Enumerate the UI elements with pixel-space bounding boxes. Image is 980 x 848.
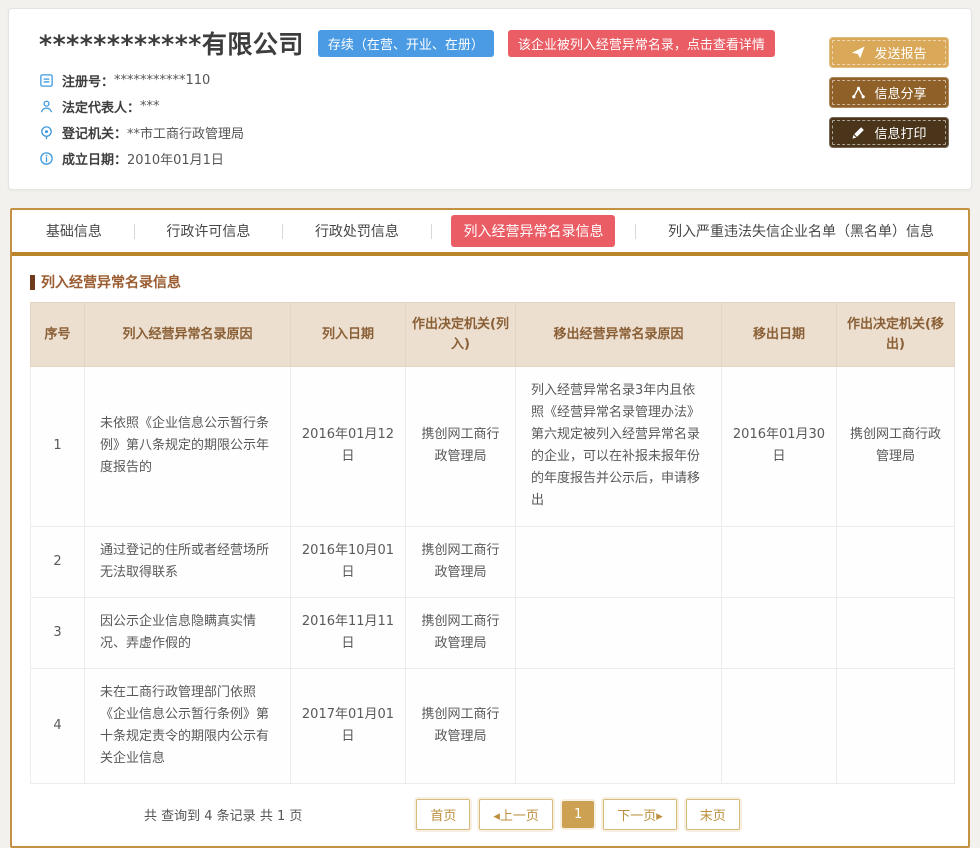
column-header: 列入经营异常名录原因 (85, 303, 291, 367)
cell-enter-reason: 未依照《企业信息公示暂行条例》第八条规定的期限公示年度报告的 (85, 367, 291, 527)
share-nodes-icon (851, 85, 866, 100)
cell-remove-authority (837, 526, 955, 597)
status-badge: 存续（在营、开业、在册） (318, 30, 494, 57)
action-label: 信息打印 (874, 123, 926, 142)
cell-enter-reason: 因公示企业信息隐瞒真实情况、弄虚作假的 (85, 597, 291, 668)
section-title-text: 列入经营异常名录信息 (41, 272, 181, 292)
table-row: 2 通过登记的住所或者经营场所无法取得联系 2016年10月01日 携创网工商行… (31, 526, 955, 597)
cell-enter-date: 2016年11月11日 (291, 597, 406, 668)
tab-content: 列入经营异常名录信息 序号 列入经营异常名录原因 列入日期 作出决定机关(列入)… (12, 256, 968, 846)
cell-remove-date (722, 526, 837, 597)
section-title: 列入经营异常名录信息 (30, 272, 950, 292)
info-label: 注册号： (62, 71, 114, 90)
location-icon (39, 125, 54, 140)
section-title-bar (30, 275, 35, 290)
cell-enter-date: 2016年01月12日 (291, 367, 406, 527)
detail-panel: 基础信息 行政许可信息 行政处罚信息 列入经营异常名录信息 列入严重违法失信企业… (10, 208, 970, 848)
print-info-button[interactable]: 信息打印 (829, 117, 949, 148)
pagination-bar: 共 查询到 4 条记录 共 1 页 首页 ◂上一页 1 下一页▸ 末页 (30, 799, 950, 834)
tab-blacklist[interactable]: 列入严重违法失信企业名单（黑名单）信息 (656, 215, 946, 247)
cell-enter-authority: 携创网工商行政管理局 (406, 668, 516, 783)
cell-seq: 2 (31, 526, 85, 597)
cell-seq: 3 (31, 597, 85, 668)
pencil-icon (851, 125, 866, 140)
company-name: ************有限公司 (39, 25, 304, 61)
tab-basic-info[interactable]: 基础信息 (34, 215, 114, 247)
tab-admin-penalty[interactable]: 行政处罚信息 (303, 215, 411, 247)
cell-enter-reason: 未在工商行政管理部门依照《企业信息公示暂行条例》第十条规定责令的期限内公示有关企… (85, 668, 291, 783)
abnormal-list-table: 序号 列入经营异常名录原因 列入日期 作出决定机关(列入) 移出经营异常名录原因… (30, 302, 955, 784)
record-count-summary: 共 查询到 4 条记录 共 1 页 (30, 805, 416, 824)
tab-bar: 基础信息 行政许可信息 行政处罚信息 列入经营异常名录信息 列入严重违法失信企业… (12, 210, 968, 256)
cell-remove-authority: 携创网工商行政管理局 (837, 367, 955, 527)
certificate-icon (39, 73, 54, 88)
action-button-column: 发送报告 信息分享 信息打印 (829, 25, 949, 175)
table-header-row: 序号 列入经营异常名录原因 列入日期 作出决定机关(列入) 移出经营异常名录原因… (31, 303, 955, 367)
tab-divider (431, 224, 432, 239)
column-header: 作出决定机关(列入) (406, 303, 516, 367)
table-row: 4 未在工商行政管理部门依照《企业信息公示暂行条例》第十条规定责令的期限内公示有… (31, 668, 955, 783)
cell-seq: 1 (31, 367, 85, 527)
tab-abnormal-list[interactable]: 列入经营异常名录信息 (451, 215, 615, 247)
tab-divider (282, 224, 283, 239)
send-report-button[interactable]: 发送报告 (829, 37, 949, 68)
last-page-button[interactable]: 末页 (686, 799, 740, 830)
cell-seq: 4 (31, 668, 85, 783)
column-header: 列入日期 (291, 303, 406, 367)
info-label: 登记机关： (62, 123, 127, 142)
cell-remove-reason (516, 668, 722, 783)
info-value: **市工商行政管理局 (127, 123, 244, 142)
tab-admin-license[interactable]: 行政许可信息 (154, 215, 262, 247)
registration-authority-row: 登记机关： **市工商行政管理局 (39, 123, 829, 142)
share-info-button[interactable]: 信息分享 (829, 77, 949, 108)
cell-enter-date: 2017年01月01日 (291, 668, 406, 783)
column-header: 序号 (31, 303, 85, 367)
current-page-button[interactable]: 1 (562, 801, 594, 828)
info-value: 2010年01月1日 (127, 149, 224, 168)
paper-plane-icon (851, 45, 866, 60)
cell-remove-reason: 列入经营异常名录3年内且依照《经营异常名录管理办法》第六规定被列入经营异常名录的… (516, 367, 722, 527)
info-value: ***********110 (114, 73, 210, 88)
cell-remove-authority (837, 668, 955, 783)
next-page-button[interactable]: 下一页▸ (603, 799, 677, 830)
cell-remove-reason (516, 526, 722, 597)
cell-remove-date (722, 668, 837, 783)
column-header: 移出经营异常名录原因 (516, 303, 722, 367)
action-label: 发送报告 (874, 43, 926, 62)
legal-representative-row: 法定代表人： *** (39, 97, 829, 116)
company-detail-list: 注册号： ***********110 法定代表人： *** 登记机关： **市… (39, 71, 829, 168)
registration-number-row: 注册号： ***********110 (39, 71, 829, 90)
action-label: 信息分享 (874, 83, 926, 102)
column-header: 移出日期 (722, 303, 837, 367)
column-header: 作出决定机关(移出) (837, 303, 955, 367)
cell-remove-reason (516, 597, 722, 668)
establish-date-row: 成立日期： 2010年01月1日 (39, 149, 829, 168)
cell-enter-date: 2016年10月01日 (291, 526, 406, 597)
cell-remove-date: 2016年01月30日 (722, 367, 837, 527)
tab-divider (635, 224, 636, 239)
abnormal-warning-badge[interactable]: 该企业被列入经营异常名录，点击查看详情 (508, 30, 775, 57)
cell-enter-authority: 携创网工商行政管理局 (406, 367, 516, 527)
prev-page-button[interactable]: ◂上一页 (479, 799, 553, 830)
info-label: 法定代表人： (62, 97, 140, 116)
cell-enter-authority: 携创网工商行政管理局 (406, 526, 516, 597)
pagination-buttons: 首页 ◂上一页 1 下一页▸ 末页 (416, 799, 739, 830)
person-icon (39, 99, 54, 114)
cell-enter-authority: 携创网工商行政管理局 (406, 597, 516, 668)
company-header-card: ************有限公司 存续（在营、开业、在册） 该企业被列入经营异常… (8, 8, 972, 190)
table-row: 3 因公示企业信息隐瞒真实情况、弄虚作假的 2016年11月11日 携创网工商行… (31, 597, 955, 668)
cell-remove-date (722, 597, 837, 668)
table-row: 1 未依照《企业信息公示暂行条例》第八条规定的期限公示年度报告的 2016年01… (31, 367, 955, 527)
cell-enter-reason: 通过登记的住所或者经营场所无法取得联系 (85, 526, 291, 597)
company-info-block: ************有限公司 存续（在营、开业、在册） 该企业被列入经营异常… (39, 25, 829, 175)
info-icon (39, 151, 54, 166)
tab-divider (134, 224, 135, 239)
info-label: 成立日期： (62, 149, 127, 168)
cell-remove-authority (837, 597, 955, 668)
info-value: *** (140, 99, 160, 114)
first-page-button[interactable]: 首页 (416, 799, 470, 830)
